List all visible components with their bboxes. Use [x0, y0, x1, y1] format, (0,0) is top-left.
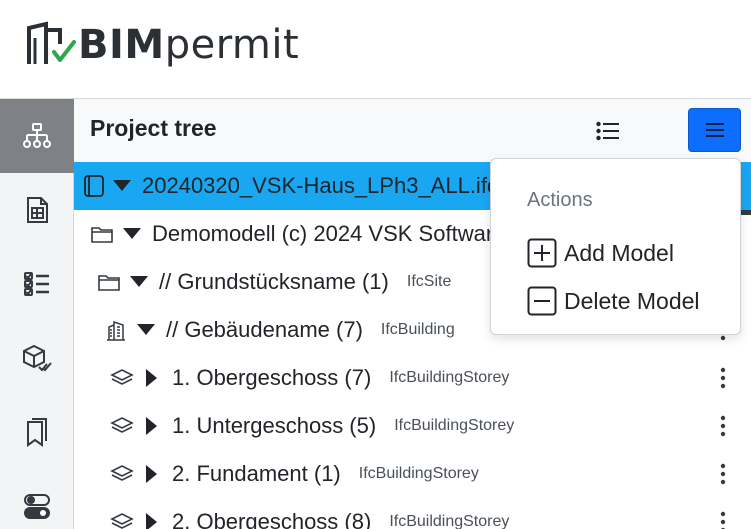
tree-row-label: Demomodell (c) 2024 VSK Software	[152, 221, 506, 246]
folder-icon	[97, 270, 121, 294]
tree-row-label: 2. Fundament (1)	[172, 461, 341, 486]
caret-down-icon[interactable]	[122, 224, 142, 244]
tree-row-label: 1. Obergeschoss (7)	[172, 365, 372, 390]
minus-square-icon	[527, 286, 557, 316]
layers-icon	[110, 414, 134, 438]
caret-right-icon[interactable]	[142, 464, 162, 484]
ifc-type-label: IfcBuildingStorey	[389, 513, 510, 529]
caret-right-icon[interactable]	[142, 368, 162, 388]
ifc-type-label: IfcSite	[406, 273, 452, 290]
menu-item-label: Delete Model	[564, 287, 700, 314]
view-toggle	[583, 109, 751, 215]
rail-item-project-tree[interactable]	[0, 99, 74, 173]
menu-item-label: Add Model	[564, 239, 674, 266]
layers-icon	[110, 366, 134, 390]
dropdown-header: Actions	[527, 189, 593, 211]
toggles-icon	[24, 494, 50, 519]
tree-row-storey[interactable]: 1. Untergeschoss (5) IfcBuildingStorey	[74, 402, 751, 450]
ifc-type-label: IfcBuildingStorey	[394, 417, 515, 434]
tree-row-label: // Grundstücksname (1)	[159, 269, 389, 294]
caret-right-icon[interactable]	[142, 512, 162, 529]
document-icon	[27, 197, 48, 223]
caret-down-icon[interactable]	[129, 272, 149, 292]
layers-icon	[110, 462, 134, 486]
tree-row-storey[interactable]: 2. Obergeschoss (8) IfcBuildingStorey	[74, 498, 751, 529]
hamburger-icon	[705, 123, 724, 137]
add-model-menu-item[interactable]: Add Model	[527, 237, 674, 269]
rail-item-bookmarks[interactable]	[0, 395, 74, 469]
tree-row-label: 20240320_VSK-Haus_LPh3_ALL.ifc	[142, 173, 498, 198]
more-options-icon[interactable]	[714, 414, 732, 438]
logo-text: BIMpermit	[78, 20, 299, 70]
more-options-icon[interactable]	[714, 510, 732, 529]
logo-bim: BIM	[78, 22, 165, 68]
tree-row-label: 2. Obergeschoss (8)	[172, 509, 372, 529]
caret-down-icon[interactable]	[112, 176, 132, 196]
logo-permit: permit	[164, 22, 300, 68]
bimpermit-logo[interactable]: BIMpermit	[26, 20, 299, 70]
more-options-icon[interactable]	[714, 462, 732, 486]
rail-item-checklist[interactable]	[0, 247, 74, 321]
logo-mark-icon	[27, 21, 76, 64]
rail-item-model-check[interactable]	[0, 321, 74, 395]
checklist-icon	[24, 272, 49, 296]
list-view-button[interactable]	[583, 109, 632, 152]
rail-item-settings[interactable]	[0, 469, 74, 529]
list-view-icon	[595, 121, 619, 140]
tree-row-label: // Gebäudename (7)	[166, 317, 363, 342]
actions-menu-button[interactable]	[688, 108, 741, 152]
plus-square-icon	[527, 238, 557, 268]
tree-row-storey[interactable]: 2. Fundament (1) IfcBuildingStorey	[74, 450, 751, 498]
tree-row-label: 1. Untergeschoss (5)	[172, 413, 377, 438]
folder-icon	[90, 222, 114, 246]
delete-model-menu-item[interactable]: Delete Model	[527, 285, 700, 317]
panel-title: Project tree	[90, 115, 217, 141]
hierarchy-icon	[23, 123, 51, 148]
panel-header: Project tree	[74, 99, 751, 215]
file-icon	[82, 174, 106, 198]
building-icon	[104, 318, 128, 342]
actions-dropdown: Actions Add Model Delete Model	[490, 158, 741, 335]
bookmarks-icon	[27, 418, 47, 447]
ifc-type-label: IfcBuildingStorey	[389, 369, 510, 386]
ifc-type-label: IfcBuilding	[380, 321, 455, 338]
layers-icon	[110, 510, 134, 529]
more-options-icon[interactable]	[714, 366, 732, 390]
tree-row-storey[interactable]: 1. Obergeschoss (7) IfcBuildingStorey	[74, 354, 751, 402]
side-rail	[0, 99, 74, 529]
caret-down-icon[interactable]	[136, 320, 156, 340]
cube-check-icon	[23, 344, 52, 372]
ifc-type-label: IfcBuildingStorey	[358, 465, 479, 482]
rail-item-documents[interactable]	[0, 173, 74, 247]
app-header: BIMpermit	[0, 0, 751, 99]
caret-right-icon[interactable]	[142, 416, 162, 436]
